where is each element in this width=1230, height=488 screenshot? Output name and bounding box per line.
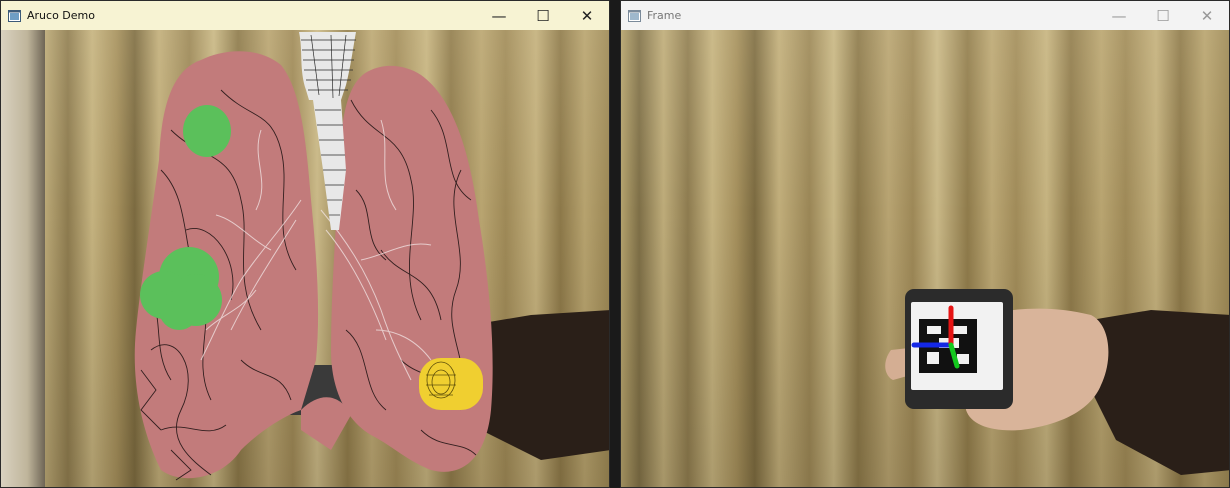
aruco-demo-window[interactable]: Aruco Demo — ☐ ✕	[0, 0, 610, 488]
frame-window[interactable]: Frame — ☐ ✕	[620, 0, 1230, 488]
window-title: Aruco Demo	[27, 9, 95, 22]
close-button[interactable]: ✕	[1185, 1, 1229, 30]
opencv-window-icon	[7, 9, 21, 23]
nodule-green-upper	[183, 105, 231, 157]
maximize-button[interactable]: ☐	[1141, 1, 1185, 30]
nodule-yellow	[419, 358, 483, 410]
aruco-video-feed	[1, 30, 609, 487]
minimize-button[interactable]: —	[1097, 1, 1141, 30]
sleeve	[1091, 310, 1229, 475]
frame-titlebar[interactable]: Frame — ☐ ✕	[621, 1, 1229, 30]
right-lung	[331, 65, 493, 472]
frame-video-feed	[621, 30, 1229, 487]
window-title: Frame	[647, 9, 682, 22]
close-button[interactable]: ✕	[565, 1, 609, 30]
lung-base	[301, 397, 351, 450]
lung-overlay	[134, 32, 609, 481]
opencv-window-icon	[627, 9, 641, 23]
aruco-titlebar[interactable]: Aruco Demo — ☐ ✕	[1, 1, 609, 30]
minimize-button[interactable]: —	[477, 1, 521, 30]
camera-scene	[885, 289, 1229, 475]
maximize-button[interactable]: ☐	[521, 1, 565, 30]
